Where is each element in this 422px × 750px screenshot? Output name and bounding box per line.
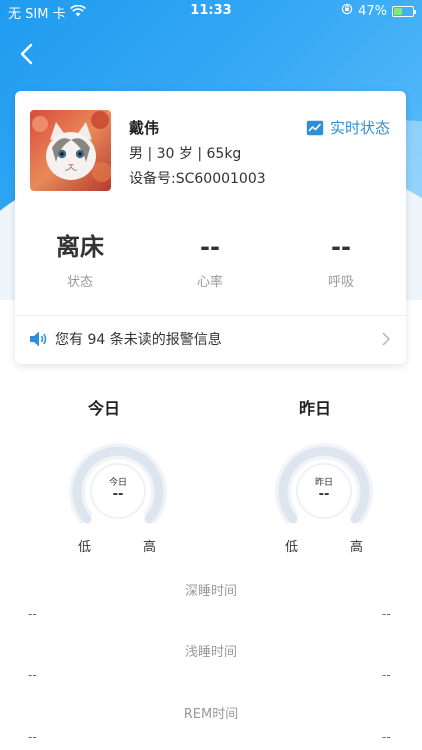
stat-respiration: -- 呼吸 (276, 231, 406, 290)
alert-text: 您有 94 条未读的报警信息 (55, 332, 222, 348)
battery-icon (392, 5, 416, 17)
back-button[interactable] (14, 40, 42, 68)
speaker-icon (30, 331, 47, 347)
user-meta: 男 | 30 岁 | 65kg (129, 146, 242, 162)
yesterday-low-label: 低 (285, 540, 299, 555)
orientation-lock-icon (341, 3, 353, 19)
stat-value: 离床 (56, 233, 104, 261)
status-right: 47% (341, 3, 416, 19)
battery-percent: 47% (358, 3, 387, 19)
stat-label: 呼吸 (327, 275, 354, 290)
stat-label: 状态 (66, 275, 93, 290)
deep-sleep-title: 深睡时间 (184, 584, 237, 599)
realtime-status-label: 实时状态 (329, 119, 390, 137)
chevron-right-icon (382, 332, 391, 346)
yesterday-gauge: 昨日 -- (272, 435, 376, 535)
avatar (30, 110, 111, 191)
stat-label: 心率 (196, 275, 223, 290)
today-low-label: 低 (78, 540, 92, 555)
light-sleep-title: 浅睡时间 (184, 645, 237, 660)
chevron-left-icon (20, 43, 33, 65)
gauge-value: -- (112, 487, 124, 502)
stat-value: -- (200, 233, 220, 261)
vital-stats: 离床 状态 -- 心率 -- 呼吸 (15, 231, 406, 291)
deep-sleep-left-value: -- (28, 607, 37, 621)
yesterday-high-label: 高 (350, 540, 364, 555)
light-sleep-left-value: -- (28, 668, 37, 682)
status-bar: 无 SIM 卡 11:33 47% (0, 0, 422, 22)
chart-icon (306, 120, 324, 135)
today-high-label: 高 (143, 540, 157, 555)
rem-sleep-left-value: -- (28, 730, 37, 744)
alert-row[interactable]: 您有 94 条未读的报警信息 (29, 327, 391, 351)
gauge-value: -- (318, 487, 330, 502)
profile-card: 戴伟 男 | 30 岁 | 65kg 设备号:SC60001003 实时状态 离… (15, 91, 406, 364)
rem-sleep-title: REM时间 (183, 707, 239, 722)
rem-sleep-right-value: -- (382, 730, 391, 744)
today-title: 今日 (88, 399, 121, 418)
light-sleep-right-value: -- (382, 668, 391, 682)
user-name: 戴伟 (129, 119, 160, 137)
stat-heart-rate: -- 心率 (145, 231, 275, 290)
card-divider (15, 315, 406, 316)
stat-value: -- (331, 233, 351, 261)
device-id: 设备号:SC60001003 (129, 171, 266, 187)
stat-status: 离床 状态 (15, 231, 145, 290)
realtime-status-button[interactable]: 实时状态 (306, 117, 390, 138)
today-gauge: 今日 -- (66, 435, 170, 535)
deep-sleep-right-value: -- (382, 607, 391, 621)
yesterday-title: 昨日 (299, 399, 332, 418)
